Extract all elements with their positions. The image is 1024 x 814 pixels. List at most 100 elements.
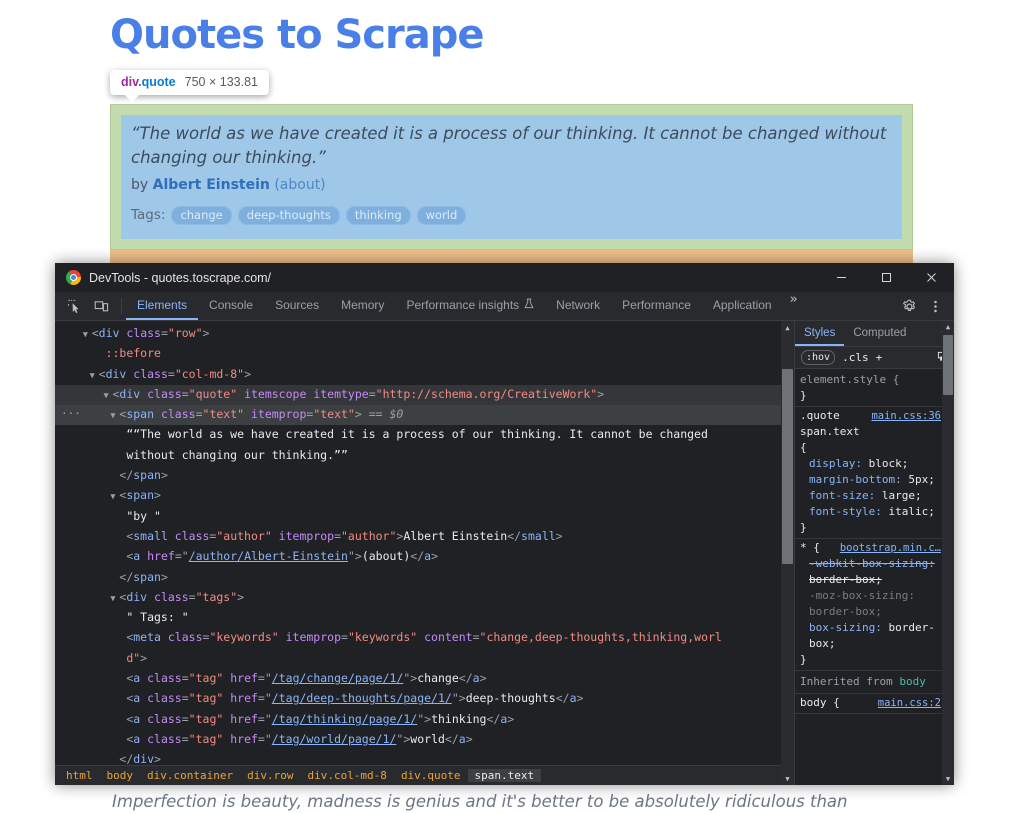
dom-tree-scrollbar[interactable]: ▲ ▼ [781, 321, 794, 785]
tab-console[interactable]: Console [198, 292, 264, 320]
author-about-link[interactable]: (about) [274, 177, 325, 193]
dom-tree-node[interactable]: ▼<div class="quote" itemscope itemtype="… [55, 385, 794, 405]
css-property-name[interactable]: font-style: [809, 505, 888, 518]
disclosure-triangle-icon[interactable]: ▼ [83, 326, 92, 344]
new-style-rule-button[interactable]: + [876, 351, 883, 364]
dom-tree-node[interactable]: ··· ▼<span class="text" itemprop="text">… [55, 405, 794, 425]
tag-deep-thoughts[interactable]: deep-thoughts [238, 206, 340, 225]
tag-thinking[interactable]: thinking [346, 206, 411, 225]
css-property-name[interactable]: box-sizing: [809, 621, 888, 634]
dom-tree-node[interactable]: </span> [55, 568, 794, 588]
styles-scrollbar[interactable]: ▲ ▼ [942, 321, 954, 785]
css-declaration[interactable]: -webkit-box-sizing: border-box; [800, 556, 941, 588]
css-property-value[interactable]: border-box; [809, 573, 882, 586]
dom-tree-node[interactable]: ““The world as we have created it is a p… [55, 425, 794, 445]
css-declaration[interactable]: -moz-box-sizing: border-box; [800, 588, 941, 620]
css-rule[interactable]: * { bootstrap.min.c…-webkit-box-sizing: b… [795, 539, 954, 671]
more-tabs-chevron-icon[interactable]: » [783, 292, 804, 320]
css-selector[interactable]: element.style { [800, 372, 899, 388]
css-source-link[interactable]: main.css:36 [871, 408, 941, 456]
css-rules-list[interactable]: element.style {}.quote span.text {main.c… [795, 369, 954, 785]
tag-change[interactable]: change [171, 206, 231, 225]
tab-application[interactable]: Application [702, 292, 783, 320]
breadcrumb-item-div-row[interactable]: div.row [240, 769, 300, 782]
dom-tree-node[interactable]: <a class="tag" href="/tag/change/page/1/… [55, 669, 794, 689]
close-button[interactable] [909, 263, 954, 292]
dom-node-badge[interactable]: ··· [61, 405, 81, 423]
css-source-link[interactable]: main.css:2 [878, 695, 941, 711]
tab-performance[interactable]: Performance [611, 292, 702, 320]
css-selector[interactable]: body { [800, 695, 840, 711]
scroll-down-arrow-icon[interactable]: ▼ [781, 772, 794, 785]
dom-tree-node[interactable]: " Tags: " [55, 608, 794, 628]
css-declaration[interactable]: box-sizing: border-box; [800, 620, 941, 652]
breadcrumb-item-html[interactable]: html [59, 769, 100, 782]
css-property-name[interactable]: -webkit-box-sizing: [809, 557, 935, 570]
css-property-name[interactable]: margin-bottom: [809, 473, 908, 486]
styles-scrollbar-thumb[interactable] [943, 335, 953, 395]
device-toolbar-icon[interactable] [89, 295, 113, 318]
dom-tree-node[interactable]: </span> [55, 466, 794, 486]
dom-tree-node[interactable]: <a href="/author/Albert-Einstein">(about… [55, 547, 794, 567]
tab-elements[interactable]: Elements [126, 292, 198, 320]
dom-tree-node[interactable]: "by " [55, 507, 794, 527]
css-declaration[interactable]: margin-bottom: 5px; [800, 472, 941, 488]
styles-scroll-up-icon[interactable]: ▲ [942, 321, 954, 333]
minimize-button[interactable] [819, 263, 864, 292]
css-property-name[interactable]: -moz-box-sizing: [809, 589, 915, 602]
disclosure-triangle-icon[interactable]: ▼ [90, 367, 99, 385]
dom-tree-node[interactable]: <a class="tag" href="/tag/world/page/1/"… [55, 730, 794, 750]
css-declaration[interactable]: display: block; [800, 456, 941, 472]
breadcrumb-item-div-col-md-8[interactable]: div.col-md-8 [300, 769, 393, 782]
dom-tree-node[interactable]: </div> [55, 750, 794, 765]
css-rule[interactable]: .quote span.text {main.css:36display: bl… [795, 407, 954, 539]
class-filter-button[interactable]: .cls [842, 351, 869, 364]
dom-scrollbar-thumb[interactable] [782, 369, 793, 564]
css-property-value[interactable]: italic; [888, 505, 934, 518]
css-source-link[interactable]: bootstrap.min.c… [840, 540, 941, 556]
dom-tree-node[interactable]: ▼<div class="col-md-8"> [55, 365, 794, 385]
dom-tree-node[interactable]: d"> [55, 649, 794, 669]
css-property-value[interactable]: 5px; [908, 473, 935, 486]
inspect-element-icon[interactable] [62, 295, 86, 318]
css-property-name[interactable]: font-size: [809, 489, 882, 502]
dom-tree-node[interactable]: ::before [55, 344, 794, 364]
dom-tree-scroll-area[interactable]: ▼<div class="row"> ::before ▼<div class=… [55, 321, 794, 765]
css-selector[interactable]: .quote span.text { [800, 408, 867, 456]
tab-styles[interactable]: Styles [795, 321, 844, 346]
dom-tree-node[interactable]: ▼<span> [55, 486, 794, 506]
css-property-value[interactable]: border-box; [809, 605, 882, 618]
tab-network[interactable]: Network [545, 292, 611, 320]
dom-tree-node[interactable]: <a class="tag" href="/tag/deep-thoughts/… [55, 689, 794, 709]
breadcrumb-item-div-quote[interactable]: div.quote [394, 769, 468, 782]
css-declaration[interactable]: font-style: italic; [800, 504, 941, 520]
gear-icon[interactable] [897, 295, 921, 318]
css-rule[interactable]: element.style {} [795, 371, 954, 407]
dom-tree-node[interactable]: <meta class="keywords" itemprop="keyword… [55, 628, 794, 648]
css-property-value[interactable]: block; [869, 457, 909, 470]
dom-tree-node[interactable]: <small class="author" itemprop="author">… [55, 527, 794, 547]
tab-computed[interactable]: Computed [844, 321, 915, 346]
breadcrumb-item-body[interactable]: body [100, 769, 141, 782]
tab-memory[interactable]: Memory [330, 292, 395, 320]
dom-tree-node[interactable]: <a class="tag" href="/tag/thinking/page/… [55, 710, 794, 730]
kebab-menu-icon[interactable] [923, 295, 947, 318]
breadcrumb-item-span-text[interactable]: span.text [468, 769, 542, 782]
dom-tree-node[interactable]: ▼<div class="row"> [55, 324, 794, 344]
scroll-up-arrow-icon[interactable]: ▲ [781, 321, 794, 334]
css-declaration[interactable]: font-size: large; [800, 488, 941, 504]
devtools-titlebar[interactable]: DevTools - quotes.toscrape.com/ [55, 263, 954, 292]
css-selector[interactable]: * { [800, 540, 820, 556]
hover-state-button[interactable]: :hov [801, 350, 835, 365]
inherited-source-element[interactable]: body [899, 675, 926, 688]
styles-scroll-down-icon[interactable]: ▼ [942, 773, 954, 785]
dom-tree-node[interactable]: ▼<div class="tags"> [55, 588, 794, 608]
tag-world[interactable]: world [417, 206, 467, 225]
maximize-button[interactable] [864, 263, 909, 292]
css-property-value[interactable]: large; [882, 489, 922, 502]
tab-sources[interactable]: Sources [264, 292, 330, 320]
css-property-name[interactable]: display: [809, 457, 869, 470]
tab-performance-insights[interactable]: Performance insights [395, 292, 545, 320]
dom-tree-node[interactable]: without changing our thinking.”” [55, 446, 794, 466]
css-rule-inherited[interactable]: body { main.css:2 [795, 694, 954, 714]
